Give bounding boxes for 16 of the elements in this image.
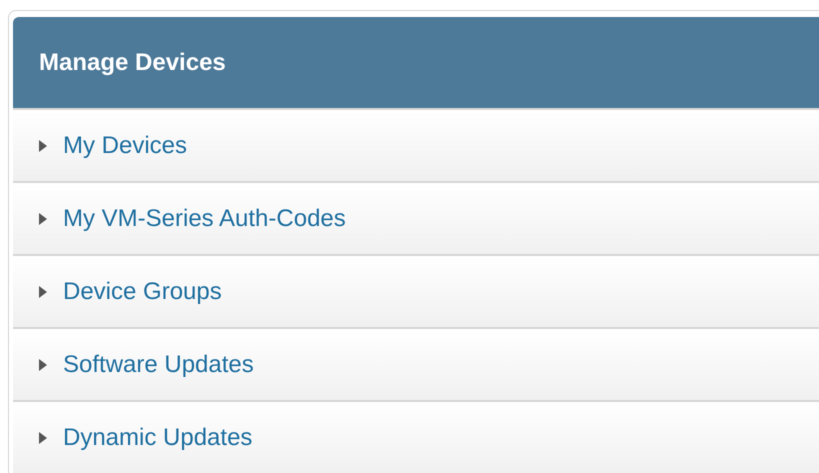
item-label: My VM-Series Auth-Codes xyxy=(63,204,346,234)
item-label: Dynamic Updates xyxy=(63,422,252,452)
item-label: Device Groups xyxy=(63,276,222,306)
panel-title: Manage Devices xyxy=(39,48,226,78)
caret-right-icon xyxy=(38,284,48,298)
accordion-item[interactable]: My Devices xyxy=(13,108,819,181)
accordion-item[interactable]: Device Groups xyxy=(13,254,819,327)
item-label: Software Updates xyxy=(63,350,254,380)
accordion-item[interactable]: Software Updates xyxy=(13,327,819,400)
caret-right-icon xyxy=(38,358,48,372)
accordion-item[interactable]: Dynamic Updates xyxy=(13,400,819,473)
caret-right-icon xyxy=(38,430,48,444)
caret-right-icon xyxy=(38,212,48,226)
item-label: My Devices xyxy=(63,130,188,160)
caret-right-icon xyxy=(38,138,48,152)
accordion-item[interactable]: My VM-Series Auth-Codes xyxy=(13,181,819,254)
